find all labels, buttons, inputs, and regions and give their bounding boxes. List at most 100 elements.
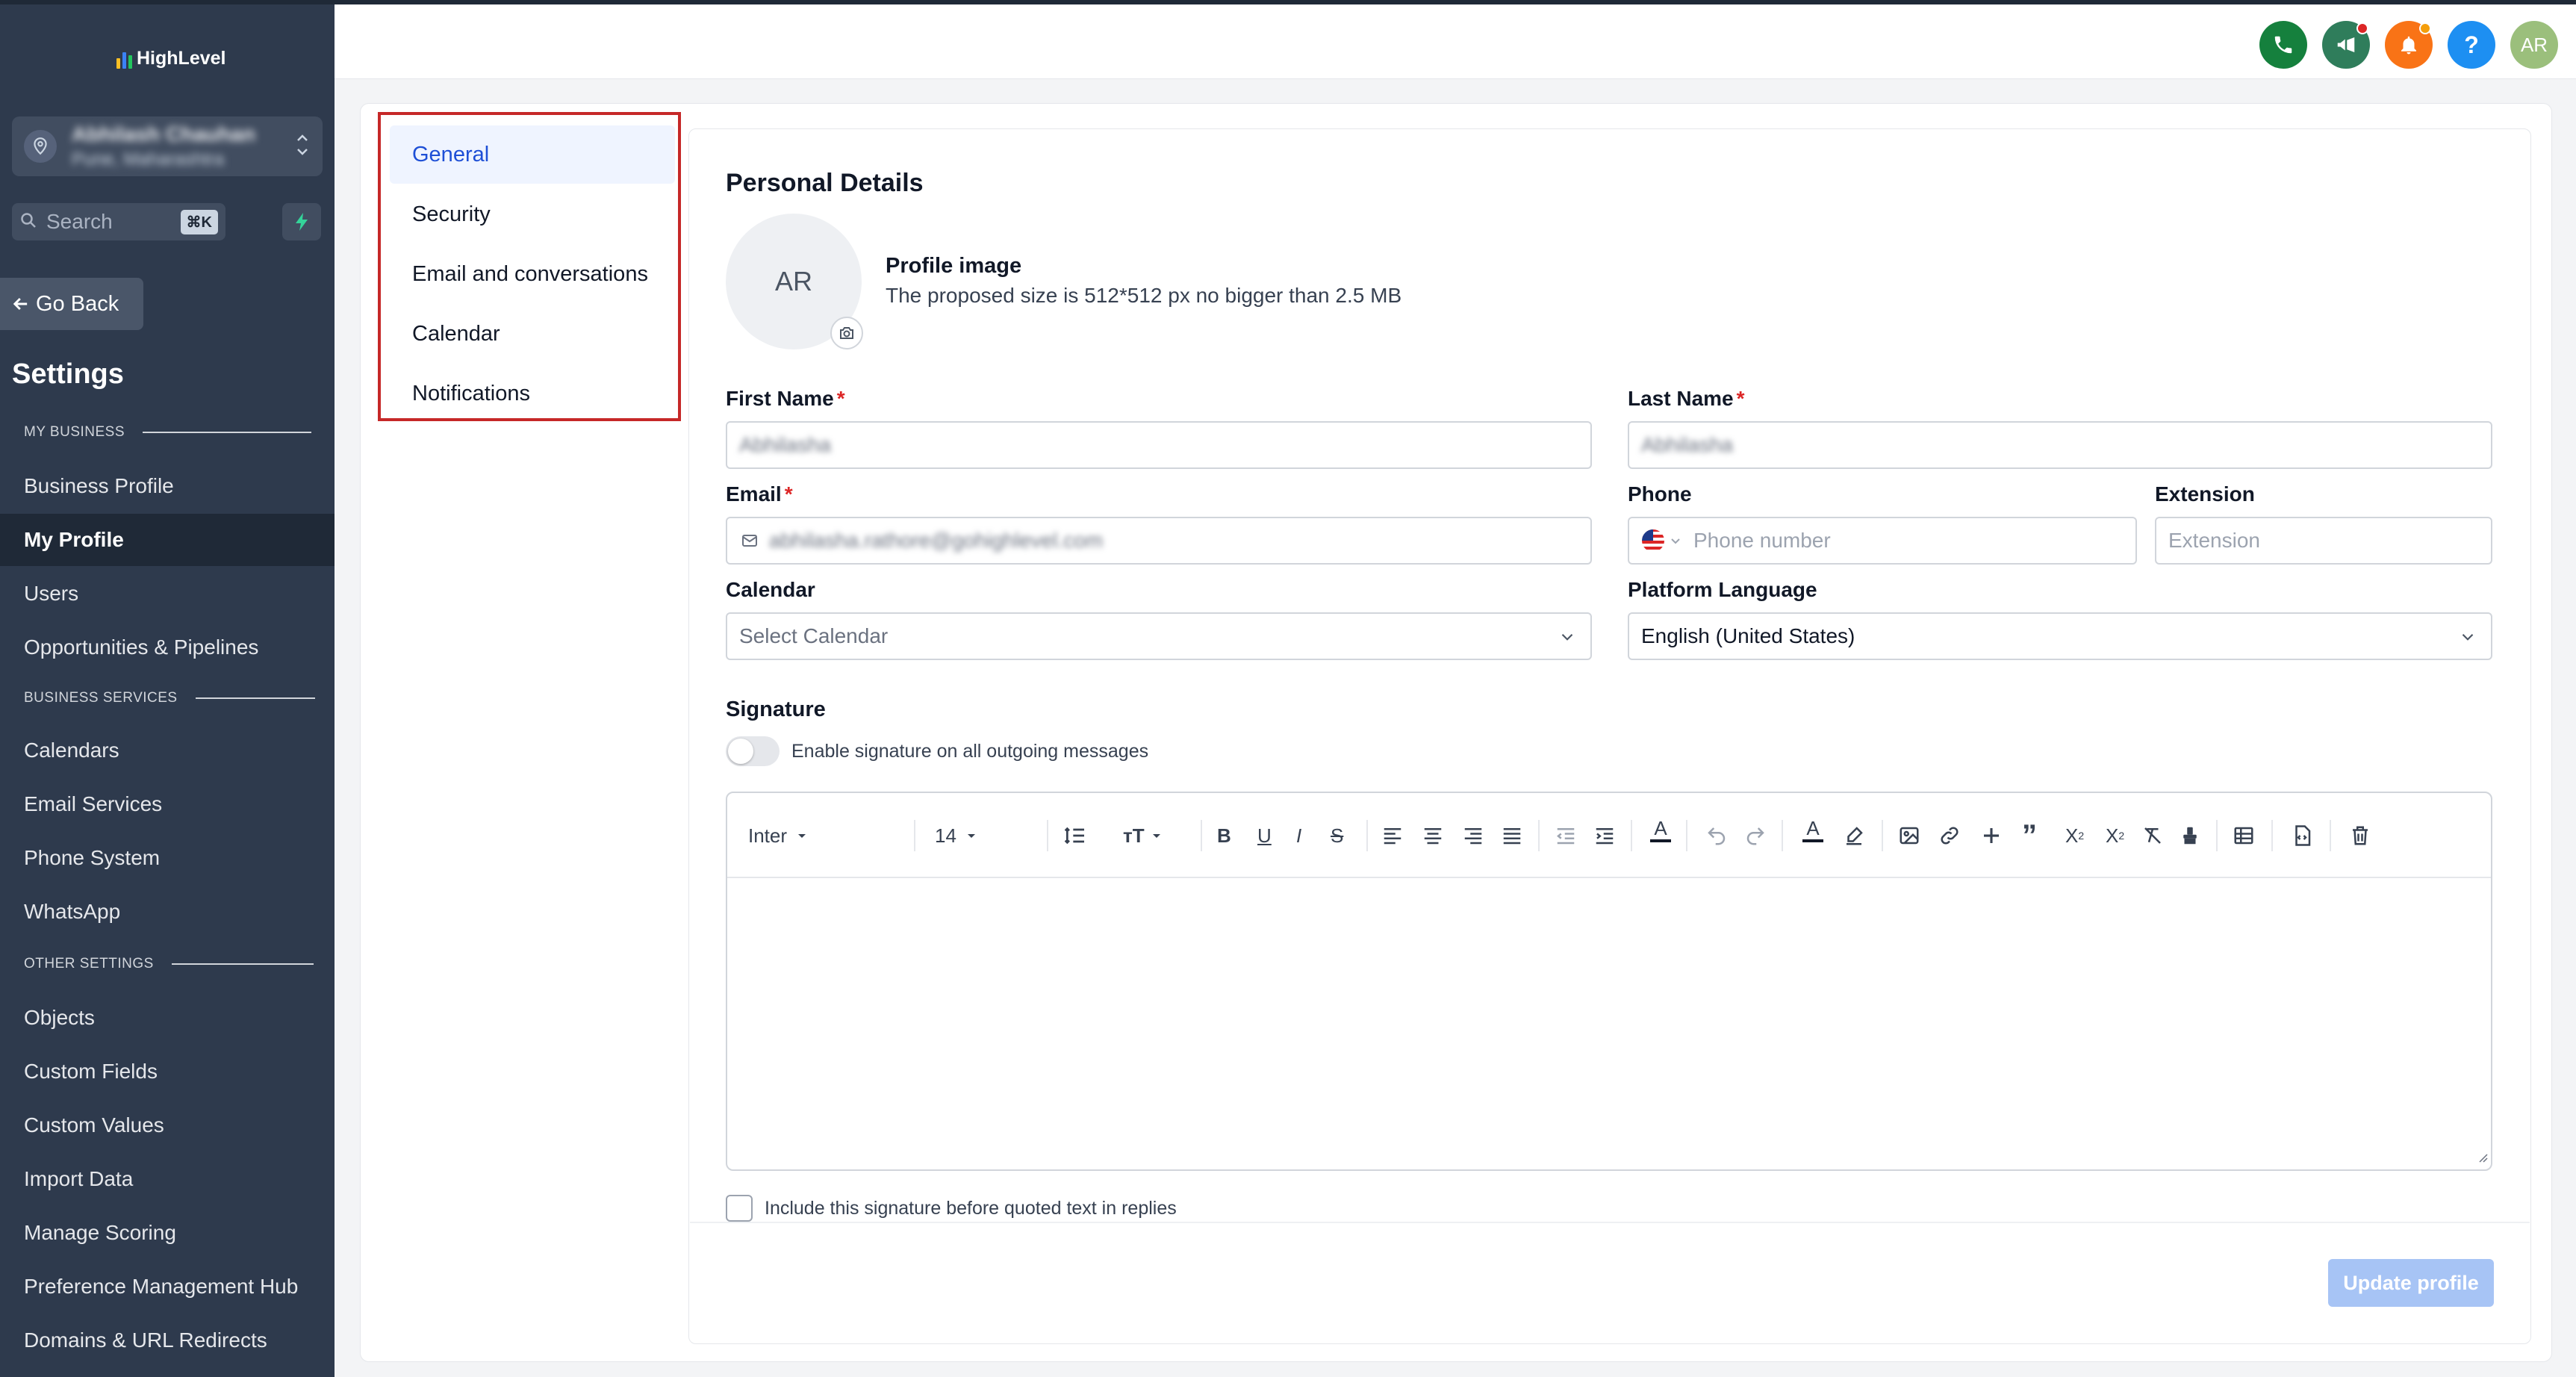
- tab-general[interactable]: General: [390, 125, 675, 184]
- sidebar-item-domains[interactable]: Domains & URL Redirects: [0, 1314, 335, 1367]
- notifications-button[interactable]: [2385, 21, 2433, 69]
- align-center-icon[interactable]: [1422, 818, 1444, 853]
- subscript-icon[interactable]: X2: [2106, 818, 2124, 853]
- quick-action-button[interactable]: [282, 203, 321, 240]
- signature-editor[interactable]: Inter 14 ᴛT B U I S A A ” X 2 X 2: [726, 792, 2492, 1171]
- account-switcher[interactable]: Abhilash Chauhan Pune, Maharashtra: [12, 116, 323, 176]
- align-left-icon[interactable]: [1381, 818, 1404, 853]
- signature-toggle[interactable]: [726, 736, 780, 766]
- tab-security[interactable]: Security: [390, 185, 675, 243]
- email-label: Email *: [726, 482, 793, 506]
- extension-field[interactable]: Extension: [2155, 517, 2492, 565]
- section-business-services: BUSINESS SERVICES: [24, 690, 315, 706]
- font-family-select[interactable]: Inter: [748, 818, 808, 853]
- settings-title: Settings: [12, 358, 124, 390]
- tab-notifications[interactable]: Notifications: [390, 364, 675, 423]
- last-name-field[interactable]: Abhilasha: [1628, 421, 2492, 469]
- profile-subnav: General Security Email and conversations…: [378, 112, 681, 421]
- include-signature-label: Include this signature before quoted tex…: [765, 1198, 1177, 1219]
- sidebar-item-email-services[interactable]: Email Services: [0, 778, 335, 830]
- signature-label: Signature: [726, 697, 826, 721]
- sidebar-item-import-data[interactable]: Import Data: [0, 1153, 335, 1205]
- include-signature-checkbox[interactable]: [726, 1195, 753, 1222]
- phone-button[interactable]: [2259, 21, 2307, 69]
- table-icon[interactable]: [2233, 818, 2255, 853]
- phone-icon: [2274, 36, 2292, 54]
- help-button[interactable]: ?: [2448, 21, 2495, 69]
- first-name-field[interactable]: Abhilasha: [726, 421, 1592, 469]
- tab-email-conversations[interactable]: Email and conversations: [390, 245, 675, 303]
- bold-icon[interactable]: B: [1217, 818, 1231, 853]
- extension-label: Extension: [2155, 482, 2255, 506]
- quote-icon[interactable]: ”: [2022, 818, 2037, 853]
- chevron-updown-icon: [296, 130, 309, 163]
- sidebar-item-users[interactable]: Users: [0, 568, 335, 620]
- superscript-icon[interactable]: X2: [2065, 818, 2084, 853]
- redo-icon[interactable]: [1744, 818, 1767, 853]
- logo-icon: [116, 49, 132, 69]
- sidebar-item-phone-system[interactable]: Phone System: [0, 832, 335, 884]
- language-select[interactable]: English (United States): [1628, 612, 2492, 660]
- text-size-icon[interactable]: ᴛT: [1123, 818, 1163, 853]
- email-field[interactable]: abhilasha.rathore@gohighlevel.com: [726, 517, 1592, 565]
- sidebar-item-objects[interactable]: Objects: [0, 992, 335, 1044]
- line-height-icon[interactable]: [1063, 818, 1087, 853]
- update-profile-button[interactable]: Update profile: [2328, 1259, 2494, 1307]
- calendar-label: Calendar: [726, 578, 815, 601]
- clear-format-icon[interactable]: [2141, 818, 2164, 853]
- account-location: Pune, Maharashtra: [72, 149, 225, 170]
- brand-logo[interactable]: HighLevel: [116, 48, 225, 69]
- announcements-button[interactable]: [2322, 21, 2370, 69]
- sidebar-item-custom-values[interactable]: Custom Values: [0, 1099, 335, 1151]
- trash-icon[interactable]: [2349, 818, 2371, 853]
- top-header: ? AR: [335, 0, 2576, 79]
- flag-us-icon[interactable]: [1641, 529, 1681, 553]
- camera-icon: [840, 327, 853, 339]
- sidebar-item-business-profile[interactable]: Business Profile: [0, 460, 335, 512]
- bolt-icon: [296, 213, 308, 231]
- font-size-select[interactable]: 14: [935, 818, 977, 853]
- search-input[interactable]: Search ⌘K: [12, 203, 225, 240]
- link-icon[interactable]: [1938, 818, 1961, 853]
- outdent-icon[interactable]: [1555, 818, 1577, 853]
- phone-field[interactable]: Phone number: [1628, 517, 2137, 565]
- sidebar-item-calendars[interactable]: Calendars: [0, 724, 335, 777]
- bell-icon: [2401, 36, 2416, 55]
- code-file-icon[interactable]: [2291, 818, 2313, 853]
- help-icon: ?: [2464, 31, 2479, 58]
- italic-icon[interactable]: I: [1296, 818, 1301, 853]
- mail-icon: [742, 535, 757, 547]
- highlight-icon[interactable]: [1843, 818, 1865, 853]
- format-painter-icon[interactable]: [2179, 818, 2201, 853]
- calendar-select[interactable]: Select Calendar: [726, 612, 1592, 660]
- tab-calendar[interactable]: Calendar: [390, 305, 675, 363]
- plus-icon[interactable]: [1980, 818, 2003, 853]
- sidebar-item-manage-scoring[interactable]: Manage Scoring: [0, 1207, 335, 1259]
- profile-image-title: Profile image: [886, 254, 1022, 278]
- search-placeholder: Search: [46, 210, 113, 233]
- image-icon[interactable]: [1898, 818, 1920, 853]
- text-color-icon[interactable]: A: [1650, 818, 1671, 853]
- sidebar-item-opportunities[interactable]: Opportunities & Pipelines: [0, 621, 335, 674]
- resize-handle-icon[interactable]: [2476, 1151, 2488, 1166]
- underline-icon[interactable]: U: [1257, 818, 1272, 853]
- go-back-button[interactable]: Go Back: [0, 278, 143, 330]
- font-color-icon[interactable]: A: [1802, 818, 1823, 853]
- user-avatar[interactable]: AR: [2510, 21, 2558, 69]
- strikethrough-icon[interactable]: S: [1331, 818, 1343, 853]
- phone-label: Phone: [1628, 482, 1692, 506]
- align-justify-icon[interactable]: [1501, 818, 1523, 853]
- upload-photo-button[interactable]: [830, 317, 863, 349]
- sidebar-item-my-profile[interactable]: My Profile: [0, 514, 335, 566]
- sidebar-item-preference-hub[interactable]: Preference Management Hub: [0, 1261, 335, 1313]
- section-my-business: MY BUSINESS: [24, 424, 312, 441]
- indent-icon[interactable]: [1593, 818, 1616, 853]
- sidebar-item-whatsapp[interactable]: WhatsApp: [0, 886, 335, 938]
- undo-icon[interactable]: [1705, 818, 1728, 853]
- align-right-icon[interactable]: [1462, 818, 1484, 853]
- chevron-down-icon: [2462, 633, 2474, 641]
- sidebar-item-custom-fields[interactable]: Custom Fields: [0, 1045, 335, 1098]
- megaphone-icon: [2337, 37, 2355, 52]
- account-name: Abhilash Chauhan: [72, 122, 255, 146]
- section-title: Personal Details: [726, 169, 924, 197]
